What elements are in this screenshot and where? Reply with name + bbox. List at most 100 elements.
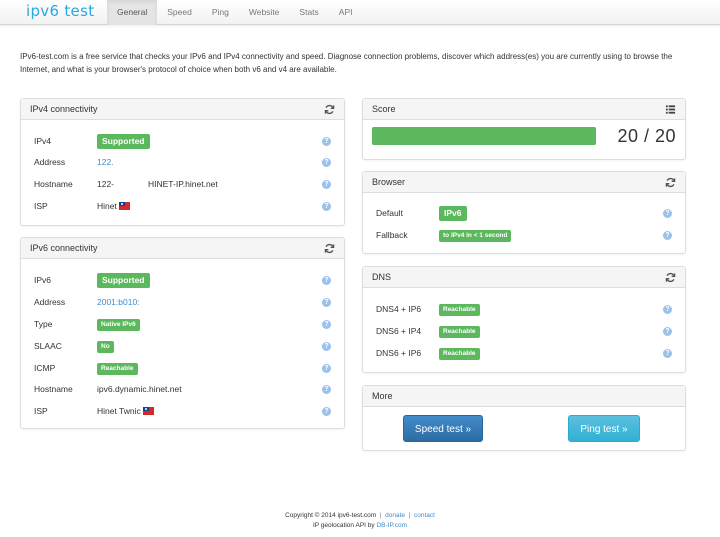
taiwan-flag-icon [118, 202, 130, 210]
fallback-label: Fallback [376, 230, 408, 240]
help-icon[interactable]: ? [322, 342, 331, 351]
native-ipv6-badge: Native IPv6 [97, 319, 140, 331]
slaac-label: SLAAC [34, 341, 62, 351]
help-icon[interactable]: ? [663, 209, 672, 218]
geolocation-text: IP geolocation API by [312, 522, 377, 529]
ipv4-panel-title: IPv4 connectivity [30, 104, 98, 114]
help-icon[interactable]: ? [322, 385, 331, 394]
help-icon[interactable]: ? [663, 305, 672, 314]
refresh-icon[interactable] [324, 104, 335, 115]
list-icon[interactable] [665, 104, 676, 115]
dns-panel: DNS DNS4 + IP6 Reachable ? DNS6 + IP4 Re… [362, 266, 686, 373]
tab-general[interactable]: General [107, 0, 158, 25]
default-label: Default [376, 208, 403, 218]
ipv6-label: IPv6 [34, 275, 52, 285]
ipv4-label: IPv4 [34, 136, 52, 146]
help-icon[interactable]: ? [322, 137, 331, 146]
ipv4-row: IPv4 Supported ? [21, 134, 344, 150]
nav-tabs: General Speed Ping Website Stats API [107, 0, 363, 25]
refresh-icon[interactable] [665, 272, 676, 283]
more-panel-header: More [363, 386, 685, 407]
ipv6-icmp-row: ICMP Reachable ? [21, 361, 344, 377]
more-body: Speed test » Ping test » [363, 407, 685, 450]
ipv4-panel-header: IPv4 connectivity [21, 99, 344, 120]
dns6-ip4-row: DNS6 + IP4 Reachable ? [363, 324, 685, 340]
dns6-ip6-badge: Reachable [439, 348, 480, 360]
ipv4-isp-text: Hinet [97, 201, 117, 211]
ping-test-button[interactable]: Ping test » [568, 415, 640, 442]
dns-panel-header: DNS [363, 267, 685, 288]
tab-website[interactable]: Website [239, 0, 290, 25]
score-body: 20 / 20 [363, 120, 685, 159]
ipv6-isp-row: ISP Hinet Twnic ? [21, 404, 344, 420]
tab-speed[interactable]: Speed [157, 0, 202, 25]
footer-separator: | [406, 512, 413, 519]
score-value: 20 / 20 [617, 126, 676, 146]
help-icon[interactable]: ? [322, 276, 331, 285]
brand-logo[interactable]: ipv6 test [26, 2, 94, 20]
ipv6-address-value[interactable]: 2001:b010: [97, 297, 140, 307]
default-protocol-badge: IPv6 [439, 206, 467, 221]
ipv6-row: IPv6 Supported ? [21, 273, 344, 289]
browser-panel-title: Browser [372, 177, 406, 187]
ipv4-isp-row: ISP Hinet ? [21, 199, 344, 215]
browser-panel-header: Browser [363, 172, 685, 193]
address-label: Address [34, 297, 66, 307]
ipv6-address-row: Address 2001:b010: ? [21, 295, 344, 311]
ipv4-address-value[interactable]: 122. [97, 157, 114, 167]
help-icon[interactable]: ? [322, 180, 331, 189]
help-icon[interactable]: ? [663, 349, 672, 358]
ipv6-isp-value: Hinet Twnic [97, 406, 154, 416]
db-ip-link[interactable]: DB-IP.com [376, 522, 407, 529]
help-icon[interactable]: ? [322, 298, 331, 307]
help-icon[interactable]: ? [663, 327, 672, 336]
help-icon[interactable]: ? [663, 231, 672, 240]
ipv6-panel-header: IPv6 connectivity [21, 238, 344, 259]
ipv4-supported-badge: Supported [97, 134, 150, 149]
score-progress-fill [372, 127, 596, 145]
help-icon[interactable]: ? [322, 320, 331, 329]
help-icon[interactable]: ? [322, 202, 331, 211]
hostname-label: Hostname [34, 179, 73, 189]
intro-text: IPv6-test.com is a free service that che… [20, 52, 673, 74]
more-panel-title: More [372, 391, 393, 401]
taiwan-flag-icon [142, 407, 154, 415]
ipv6-hostname-value: ipv6.dynamic.hinet.net [97, 384, 182, 394]
ipv6-panel-title: IPv6 connectivity [30, 243, 98, 253]
top-navbar: ipv6 test General Speed Ping Website Sta… [0, 0, 720, 25]
help-icon[interactable]: ? [322, 407, 331, 416]
tab-api[interactable]: API [329, 0, 363, 25]
isp-label: ISP [34, 406, 48, 416]
browser-fallback-row: Fallback to IPv4 in < 1 second ? [363, 228, 685, 244]
ipv4-panel: IPv4 connectivity IPv4 Supported ? Addre… [20, 98, 345, 226]
help-icon[interactable]: ? [322, 364, 331, 373]
score-progress-bar [372, 127, 596, 145]
hostname-label: Hostname [34, 384, 73, 394]
copyright-text: Copyright © 2014 ipv6-test.com [285, 512, 377, 519]
contact-link[interactable]: contact [414, 512, 435, 519]
tab-stats[interactable]: Stats [289, 0, 328, 25]
score-panel: Score 20 / 20 [362, 98, 686, 160]
refresh-icon[interactable] [324, 243, 335, 254]
help-icon[interactable]: ? [322, 158, 331, 167]
tab-ping[interactable]: Ping [202, 0, 239, 25]
dns6-ip6-label: DNS6 + IP6 [376, 348, 422, 358]
address-label: Address [34, 157, 66, 167]
more-panel: More Speed test » Ping test » [362, 385, 686, 451]
refresh-icon[interactable] [665, 177, 676, 188]
ipv6-panel: IPv6 connectivity IPv6 Supported ? Addre… [20, 237, 345, 429]
score-panel-title: Score [372, 104, 396, 114]
browser-panel: Browser Default IPv6 ? Fallback to IPv4 … [362, 171, 686, 254]
browser-default-row: Default IPv6 ? [363, 206, 685, 222]
ipv4-isp-value: Hinet [97, 201, 130, 211]
dns6-ip4-badge: Reachable [439, 326, 480, 338]
donate-link[interactable]: donate [385, 512, 405, 519]
ipv6-supported-badge: Supported [97, 273, 150, 288]
dns6-ip6-row: DNS6 + IP6 Reachable ? [363, 346, 685, 362]
ipv6-hostname-row: Hostname ipv6.dynamic.hinet.net ? [21, 382, 344, 398]
type-label: Type [34, 319, 53, 329]
speed-test-button[interactable]: Speed test » [403, 415, 483, 442]
dns4-ip6-label: DNS4 + IP6 [376, 304, 422, 314]
dns-panel-title: DNS [372, 272, 392, 282]
ipv4-hostname-suffix: HINET-IP.hinet.net [148, 179, 218, 189]
